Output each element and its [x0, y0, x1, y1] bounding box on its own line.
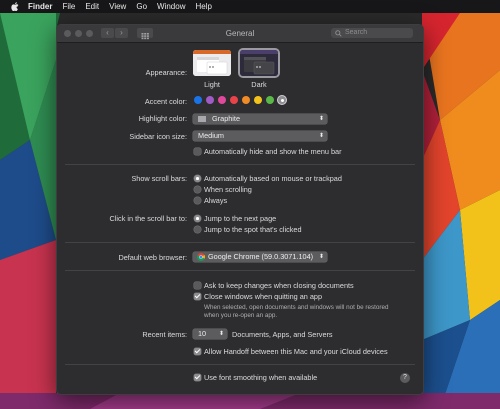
autohide-menubar-checkbox[interactable] [194, 148, 201, 155]
accent-purple-swatch[interactable] [206, 96, 214, 104]
ask-keep-changes-label: Ask to keep changes when closing documen… [204, 281, 354, 290]
chevron-updown-icon: ⬍ [318, 133, 324, 139]
jump-next-page-label: Jump to the next page [204, 214, 277, 223]
search-placeholder: Search [345, 29, 368, 36]
menu-edit[interactable]: Edit [80, 0, 104, 13]
show-scroll-bars-label: Show scroll bars: [131, 174, 187, 183]
jump-next-page-radio[interactable] [194, 215, 201, 222]
appearance-label: Appearance: [145, 68, 187, 77]
section-divider [65, 242, 415, 243]
accent-color-label: Accent color: [144, 97, 187, 106]
click-scroll-bar-label: Click in the scroll bar to: [109, 214, 187, 223]
highlight-color-label: Highlight color: [138, 114, 187, 123]
recent-items-value: 10 [198, 329, 207, 338]
chevron-updown-icon: ⬍ [218, 331, 224, 337]
handoff-label: Allow Handoff between this Mac and your … [204, 347, 388, 356]
title-bar: ‹ › General Search [57, 25, 423, 43]
scroll-always-radio[interactable] [194, 197, 201, 204]
accent-red-swatch[interactable] [230, 96, 238, 104]
default-browser-label: Default web browser: [118, 253, 187, 262]
default-browser-value: Google Chrome (59.0.3071.104) [208, 252, 314, 261]
section-divider [65, 270, 415, 271]
sidebar-icon-size-value: Medium [198, 131, 224, 140]
general-preferences-window: ‹ › General Search Appearance: Light Dar… [56, 24, 424, 395]
highlight-color-value: Graphite [212, 114, 241, 123]
menu-go[interactable]: Go [131, 0, 152, 13]
accent-pink-swatch[interactable] [218, 96, 226, 104]
font-smoothing-checkbox[interactable] [194, 374, 201, 381]
menu-help[interactable]: Help [190, 0, 216, 13]
accent-yellow-swatch[interactable] [254, 96, 262, 104]
default-browser-popup[interactable]: Google Chrome (59.0.3071.104) ⬍ [193, 252, 327, 262]
recent-items-label: Recent items: [142, 330, 187, 339]
menu-view[interactable]: View [104, 0, 131, 13]
ask-keep-changes-checkbox[interactable] [194, 282, 201, 289]
accent-blue-swatch[interactable] [194, 96, 202, 104]
menu-file[interactable]: File [57, 0, 80, 13]
jump-to-spot-radio[interactable] [194, 226, 201, 233]
section-divider [65, 364, 415, 365]
autohide-menubar-label: Automatically hide and show the menu bar [204, 147, 342, 156]
appearance-dark-option[interactable] [240, 50, 278, 76]
scroll-always-label: Always [204, 196, 228, 205]
search-icon [335, 29, 342, 37]
menu-app-finder[interactable]: Finder [23, 0, 57, 13]
section-divider [65, 164, 415, 165]
handoff-checkbox[interactable] [194, 348, 201, 355]
apple-menu-icon[interactable] [0, 2, 23, 11]
scroll-auto-label: Automatically based on mouse or trackpad [204, 174, 342, 183]
help-button[interactable]: ? [400, 373, 410, 383]
close-windows-checkbox[interactable] [194, 293, 201, 300]
recent-items-popup[interactable]: 10 ⬍ [193, 329, 227, 339]
accent-orange-swatch[interactable] [242, 96, 250, 104]
sidebar-icon-size-popup[interactable]: Medium ⬍ [193, 131, 327, 141]
accent-green-swatch[interactable] [266, 96, 274, 104]
close-windows-label: Close windows when quitting an app [204, 292, 323, 301]
sidebar-icon-size-label: Sidebar icon size: [129, 132, 187, 141]
font-smoothing-label: Use font smoothing when available [204, 373, 318, 382]
accent-graphite-swatch[interactable] [278, 96, 286, 104]
recent-items-suffix: Documents, Apps, and Servers [232, 330, 333, 339]
chevron-updown-icon: ⬍ [318, 254, 324, 260]
appearance-dark-label: Dark [251, 80, 267, 89]
scroll-auto-radio[interactable] [194, 175, 201, 182]
scroll-when-scrolling-label: When scrolling [204, 185, 252, 194]
graphite-swatch-icon [198, 115, 206, 122]
search-field[interactable]: Search [331, 28, 413, 38]
jump-to-spot-label: Jump to the spot that's clicked [204, 225, 302, 234]
chrome-icon [197, 253, 205, 261]
highlight-color-popup[interactable]: Graphite ⬍ [193, 114, 327, 124]
close-windows-note-line2: when you re-open an app. [204, 312, 278, 319]
scroll-when-scrolling-radio[interactable] [194, 186, 201, 193]
menu-window[interactable]: Window [152, 0, 190, 13]
appearance-light-label: Light [204, 80, 220, 89]
dark-theme-thumbnail [240, 50, 278, 76]
chevron-updown-icon: ⬍ [318, 116, 324, 122]
light-theme-thumbnail [193, 50, 231, 76]
appearance-light-option[interactable] [193, 50, 231, 76]
menu-bar: Finder File Edit View Go Window Help [0, 0, 500, 13]
